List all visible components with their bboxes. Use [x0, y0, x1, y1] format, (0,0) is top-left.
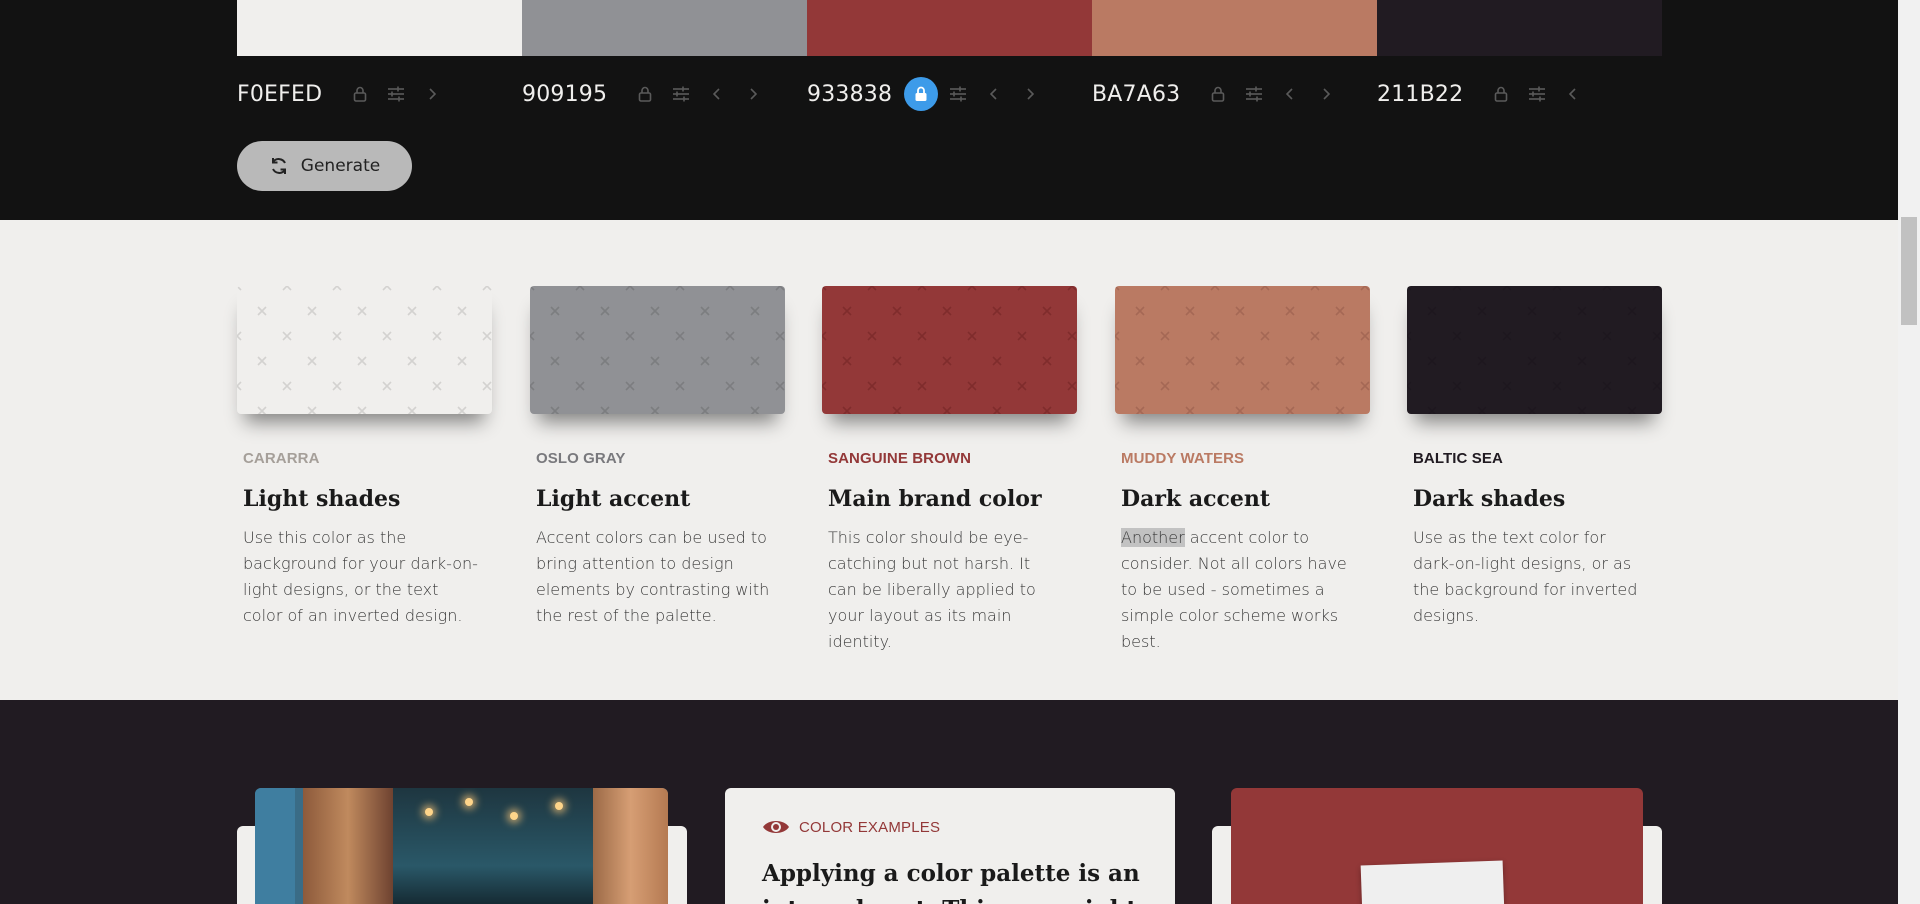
hex-group-1: F0EFED: [237, 76, 450, 112]
color-swatch[interactable]: [1407, 286, 1662, 414]
hex-code[interactable]: BA7A63: [1092, 82, 1180, 107]
color-name: SANGUINE BROWN: [828, 450, 972, 467]
color-examples-label: COLOR EXAMPLES: [799, 818, 941, 836]
lock-icon[interactable]: [1483, 76, 1519, 112]
color-role-title: Main brand color: [828, 486, 1042, 512]
color-description: Use as the text color for dark-on-light …: [1413, 528, 1638, 625]
color-examples-card: COLOR EXAMPLES Applying a color palette …: [725, 788, 1175, 904]
color-swatch[interactable]: [1115, 286, 1370, 414]
color-role-title: Dark accent: [1121, 486, 1271, 512]
page-scrollbar[interactable]: [1898, 0, 1920, 904]
swatch-strip-5[interactable]: [1377, 0, 1662, 56]
chevron-left-icon[interactable]: [1555, 76, 1591, 112]
color-card-oslo-gray: OSLO GRAY Light accent Accent colors can…: [530, 286, 785, 629]
color-examples-section: COLOR EXAMPLES Applying a color palette …: [0, 700, 1898, 904]
swatch-strip-2[interactable]: [522, 0, 807, 56]
hex-code[interactable]: 909195: [522, 82, 607, 107]
color-card-baltic-sea: BALTIC SEA Dark shades Use as the text c…: [1407, 286, 1662, 629]
generate-label: Generate: [300, 156, 381, 176]
chevron-right-icon[interactable]: [414, 76, 450, 112]
hex-group-3: 933838: [807, 76, 1048, 112]
chevron-right-icon[interactable]: [1308, 76, 1344, 112]
adjust-sliders-icon[interactable]: [1236, 76, 1272, 112]
chevron-right-icon[interactable]: [735, 76, 771, 112]
swatch-strip-3[interactable]: [807, 0, 1092, 56]
color-description: Another accent color to consider. Not al…: [1121, 525, 1356, 655]
color-cards: CARARRA Light shades Use this color as t…: [237, 286, 1662, 651]
adjust-sliders-icon[interactable]: [1519, 76, 1555, 112]
lock-icon[interactable]: [904, 77, 939, 111]
color-name: BALTIC SEA: [1413, 450, 1503, 467]
color-name: MUDDY WATERS: [1121, 450, 1245, 467]
red-example-card: [1231, 788, 1643, 904]
scrollbar-thumb[interactable]: [1901, 217, 1917, 325]
chevron-right-icon[interactable]: [1012, 76, 1048, 112]
refresh-icon: [271, 158, 286, 174]
color-name: CARARRA: [243, 450, 320, 467]
hex-group-4: BA7A63: [1092, 76, 1344, 112]
color-name: OSLO GRAY: [536, 450, 626, 467]
color-description: Accent colors can be used to bring atten…: [536, 528, 770, 625]
adjust-sliders-icon[interactable]: [663, 76, 699, 112]
color-card-sanguine-brown: SANGUINE BROWN Main brand color This col…: [822, 286, 1077, 655]
swatch-strip-1[interactable]: [237, 0, 522, 56]
chevron-left-icon[interactable]: [699, 76, 735, 112]
color-examples-title: Applying a color palette is an integral …: [762, 860, 1140, 904]
hex-code[interactable]: F0EFED: [237, 82, 322, 107]
paper-shape: [1360, 860, 1506, 904]
color-examples-header: COLOR EXAMPLES: [762, 818, 940, 836]
eye-icon: [763, 821, 789, 833]
color-swatch[interactable]: [237, 286, 492, 414]
adjust-sliders-icon[interactable]: [378, 76, 414, 112]
hex-group-2: 909195: [522, 76, 771, 112]
color-swatch[interactable]: [530, 286, 785, 414]
color-swatch[interactable]: [822, 286, 1077, 414]
hex-code[interactable]: 933838: [807, 82, 892, 107]
color-role-title: Light accent: [536, 486, 691, 512]
chevron-left-icon[interactable]: [976, 76, 1012, 112]
color-card-muddy-waters: MUDDY WATERS Dark accent Another accent …: [1115, 286, 1370, 655]
palette-strip: [237, 0, 1662, 56]
generate-button[interactable]: Generate: [237, 141, 412, 191]
color-role-title: Dark shades: [1413, 486, 1566, 512]
lock-icon[interactable]: [1200, 76, 1236, 112]
lock-icon[interactable]: [342, 76, 378, 112]
hex-code[interactable]: 211B22: [1377, 82, 1463, 107]
cafe-photo: [255, 788, 668, 904]
selected-text: Another: [1121, 528, 1185, 547]
swatch-strip-4[interactable]: [1092, 0, 1377, 56]
hex-codes-row: F0EFED 909195 933838 BA7A63 211B22: [237, 76, 1662, 112]
chevron-left-icon[interactable]: [1272, 76, 1308, 112]
palette-header: F0EFED 909195 933838 BA7A63 211B22 Gener…: [0, 0, 1898, 220]
color-role-title: Light shades: [243, 486, 401, 512]
color-description: Use this color as the background for you…: [243, 528, 478, 625]
color-card-cararra: CARARRA Light shades Use this color as t…: [237, 286, 492, 629]
adjust-sliders-icon[interactable]: [940, 76, 976, 112]
lock-icon[interactable]: [627, 76, 663, 112]
color-description: This color should be eye-catching but no…: [828, 528, 1036, 651]
hex-group-5: 211B22: [1377, 76, 1591, 112]
